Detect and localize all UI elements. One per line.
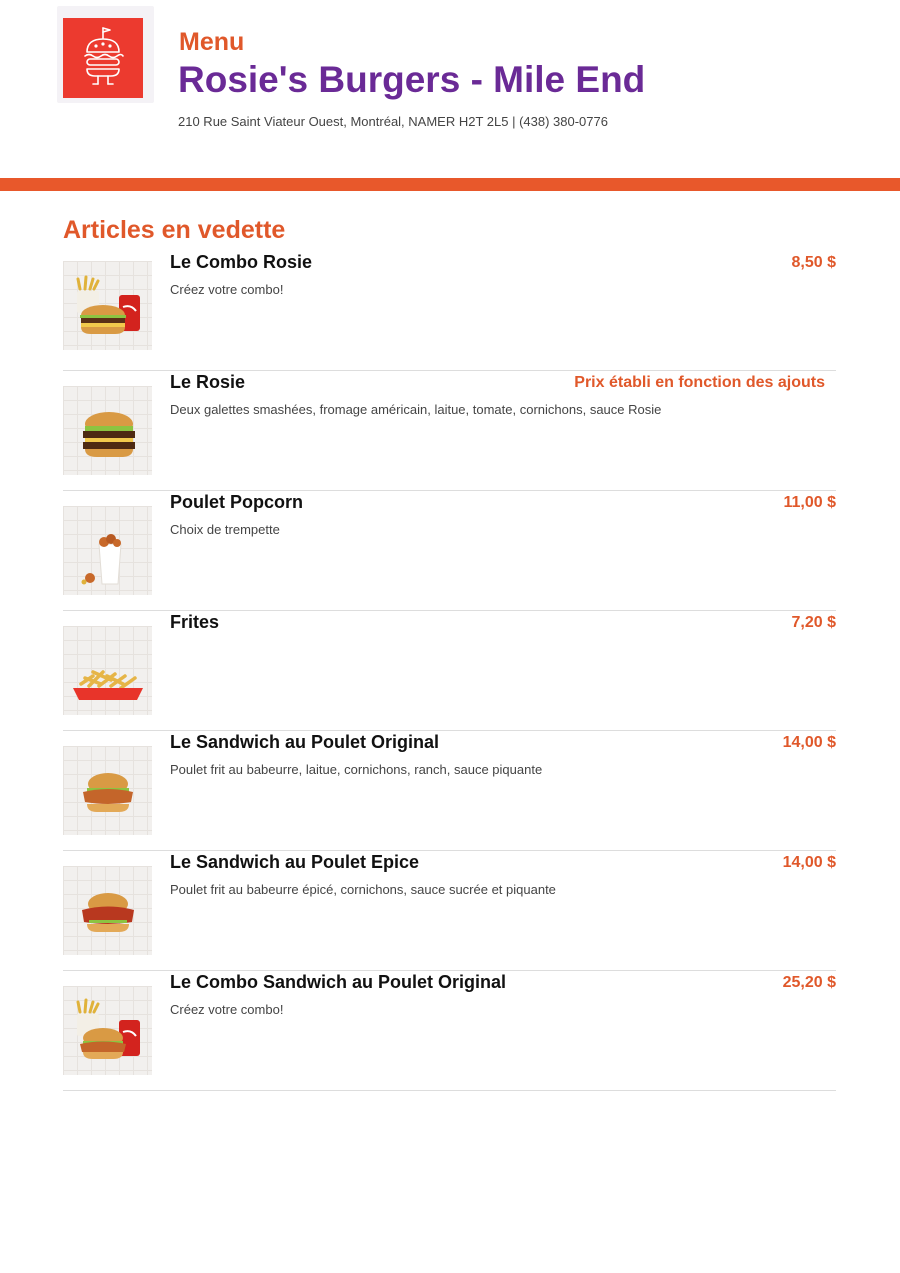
restaurant-name: Rosie's Burgers - Mile End bbox=[178, 59, 646, 100]
item-price: 14,00 $ bbox=[782, 854, 836, 871]
item-price: Prix établi en fonction des ajouts bbox=[574, 374, 825, 391]
fries-photo bbox=[63, 626, 152, 715]
menu-item[interactable]: Le Rosie Deux galettes smashées, fromage… bbox=[63, 371, 836, 491]
chicken-sandwich-combo-photo bbox=[63, 986, 152, 1075]
spicy-chicken-sandwich-photo bbox=[63, 866, 152, 955]
menu-item[interactable]: Poulet Popcorn Choix de trempette 11,00 … bbox=[63, 491, 836, 611]
menu-item[interactable]: Frites 7,20 $ bbox=[63, 611, 836, 731]
item-price: 7,20 $ bbox=[791, 614, 836, 631]
menu-item[interactable]: Le Sandwich au Poulet Epice Poulet frit … bbox=[63, 851, 836, 971]
item-name: Frites bbox=[170, 612, 220, 632]
header-divider bbox=[0, 178, 900, 191]
menu-item[interactable]: Le Combo Rosie Créez votre combo! 8,50 $ bbox=[63, 251, 836, 371]
burger-mascot-icon bbox=[63, 18, 143, 98]
item-description: Deux galettes smashées, fromage américai… bbox=[170, 402, 662, 417]
item-description: Créez votre combo! bbox=[170, 282, 284, 297]
menu-item-list: Le Combo Rosie Créez votre combo! 8,50 $… bbox=[63, 251, 836, 1091]
menu-item[interactable]: Le Combo Sandwich au Poulet Original Cré… bbox=[63, 971, 836, 1091]
item-description: Poulet frit au babeurre épicé, cornichon… bbox=[170, 882, 556, 897]
item-name: Le Combo Sandwich au Poulet Original bbox=[170, 972, 507, 992]
burger-photo bbox=[63, 386, 152, 475]
chicken-sandwich-photo bbox=[63, 746, 152, 835]
item-description: Choix de trempette bbox=[170, 522, 280, 537]
item-name: Poulet Popcorn bbox=[170, 492, 304, 512]
item-description: Poulet frit au babeurre, laitue, cornich… bbox=[170, 762, 543, 777]
restaurant-address: 210 Rue Saint Viateur Ouest, Montréal, N… bbox=[178, 114, 608, 129]
menu-item[interactable]: Le Sandwich au Poulet Original Poulet fr… bbox=[63, 731, 836, 851]
logo-container bbox=[57, 6, 154, 103]
item-name: Le Rosie bbox=[170, 372, 246, 392]
item-name: Le Sandwich au Poulet Original bbox=[170, 732, 440, 752]
item-price: 25,20 $ bbox=[782, 974, 836, 991]
item-description: Créez votre combo! bbox=[170, 1002, 284, 1017]
menu-label: Menu bbox=[179, 28, 245, 56]
item-price: 14,00 $ bbox=[782, 734, 836, 751]
item-price: 8,50 $ bbox=[791, 254, 836, 271]
burger-combo-photo bbox=[63, 261, 152, 350]
section-title: Articles en vedette bbox=[63, 216, 286, 244]
popcorn-chicken-photo bbox=[63, 506, 152, 595]
item-name: Le Combo Rosie bbox=[170, 252, 313, 272]
item-name: Le Sandwich au Poulet Epice bbox=[170, 852, 420, 872]
item-price: 11,00 $ bbox=[783, 494, 837, 511]
